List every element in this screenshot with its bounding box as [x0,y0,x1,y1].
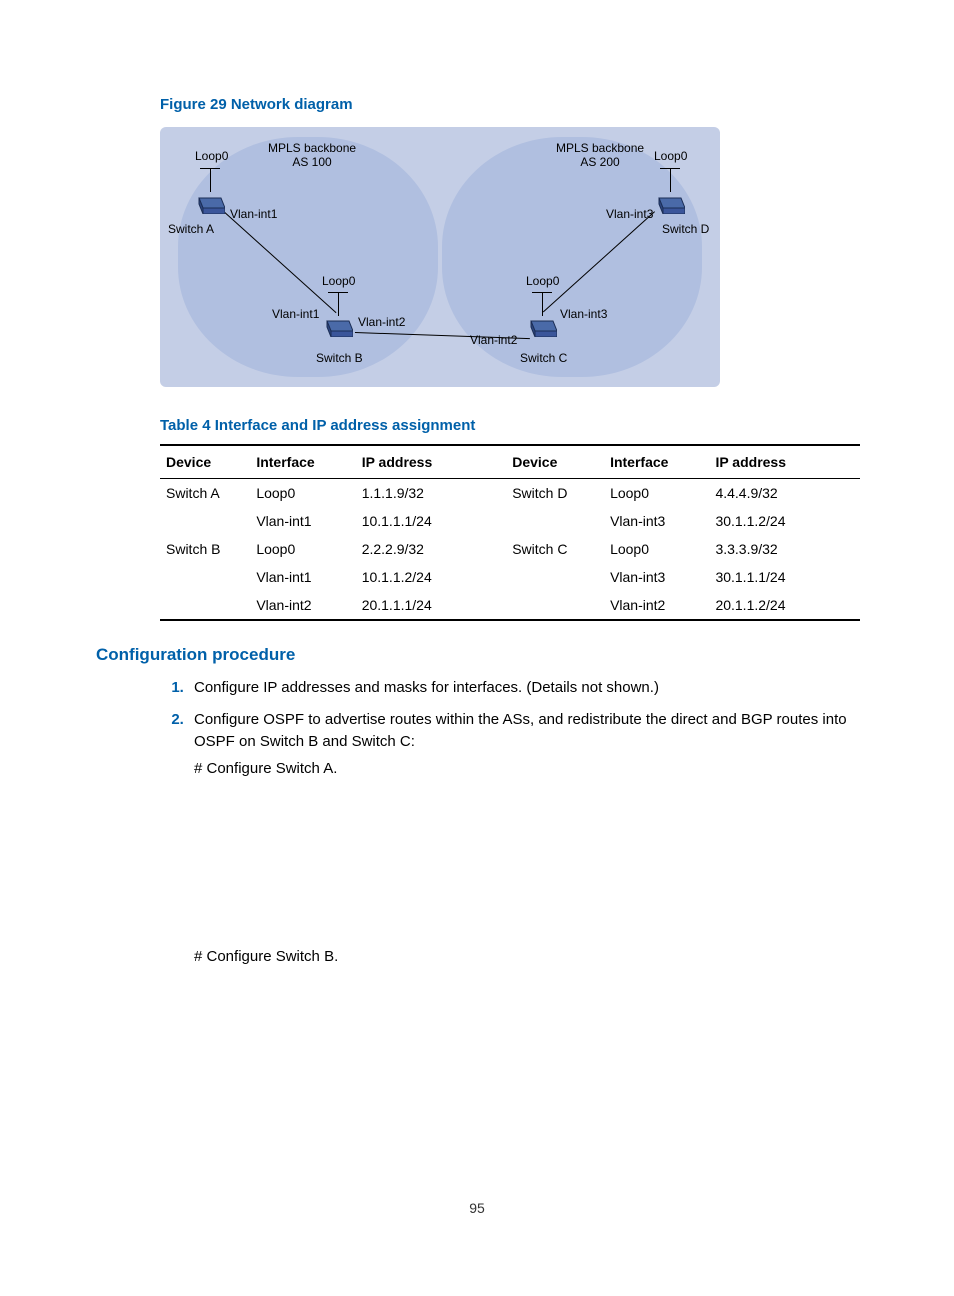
label-vlan1: Vlan-int1 [230,207,277,221]
table-row: Vlan-int220.1.1.1/24Vlan-int220.1.1.2/24 [160,591,860,620]
line [200,168,220,169]
label-switch-c: Switch C [520,351,567,365]
table-row: Vlan-int110.1.1.2/24 Vlan-int330.1.1.1/24 [160,563,860,591]
table-row: Vlan-int110.1.1.1/24 Vlan-int330.1.1.2/24 [160,507,860,535]
th: Interface [250,445,355,479]
config-note: # Configure Switch B. [194,946,864,968]
network-diagram: MPLS backboneAS 100 MPLS backboneAS 200 … [160,127,720,387]
list-item: Configure OSPF to advertise routes withi… [188,709,864,1188]
td: 30.1.1.1/24 [709,563,860,591]
ip-assignment-table: Device Interface IP address Device Inter… [160,444,860,621]
td [160,563,250,591]
td: 1.1.1.9/32 [356,479,507,508]
line [210,168,211,192]
line [532,292,552,293]
line [328,292,348,293]
label-as200: MPLS backboneAS 200 [556,141,644,170]
td: 30.1.1.2/24 [709,507,860,535]
td: Switch B [160,535,250,563]
page-number: 95 [0,1200,954,1216]
td: 20.1.1.2/24 [709,591,860,620]
label-loop0: Loop0 [526,274,559,288]
label-as100: MPLS backboneAS 100 [268,141,356,170]
label-vlan2: Vlan-int2 [358,315,405,329]
figure-caption: Figure 29 Network diagram [160,96,864,113]
label-loop0: Loop0 [654,149,687,163]
label-vlan1: Vlan-int1 [272,307,319,321]
td: 10.1.1.2/24 [356,563,507,591]
line [338,292,339,316]
spacer [194,968,864,1188]
td: Vlan-int1 [250,507,355,535]
label-vlan2: Vlan-int2 [470,333,517,347]
td: Switch A [160,479,250,508]
label-loop0: Loop0 [195,149,228,163]
td: 10.1.1.1/24 [356,507,507,535]
table-caption: Table 4 Interface and IP address assignm… [160,417,864,434]
td [506,591,604,620]
label-switch-b: Switch B [316,351,363,365]
table-row: Switch ALoop01.1.1.9/32Switch DLoop04.4.… [160,479,860,508]
list-item: Configure IP addresses and masks for int… [188,677,864,699]
table-row: Switch BLoop02.2.2.9/32Switch CLoop03.3.… [160,535,860,563]
td: Loop0 [250,535,355,563]
td: Loop0 [250,479,355,508]
label-switch-a: Switch A [168,222,214,236]
switch-icon [195,192,225,214]
th: Device [160,445,250,479]
td: Loop0 [604,479,709,508]
td [506,563,604,591]
procedure-list: Configure IP addresses and masks for int… [160,677,864,1188]
th: IP address [709,445,860,479]
label-switch-d: Switch D [662,222,709,236]
td [160,507,250,535]
td: Vlan-int1 [250,563,355,591]
th: Interface [604,445,709,479]
cloud-as100 [178,137,438,377]
td: Vlan-int2 [250,591,355,620]
td: 3.3.3.9/32 [709,535,860,563]
td: Switch D [506,479,604,508]
td: Loop0 [604,535,709,563]
config-note: # Configure Switch A. [194,758,864,780]
td: Switch C [506,535,604,563]
switch-icon [323,315,353,337]
spacer [194,780,864,940]
line [670,168,671,192]
label-vlan3: Vlan-int3 [606,207,653,221]
switch-icon [655,192,685,214]
td: Vlan-int3 [604,507,709,535]
line [542,292,543,316]
td [506,507,604,535]
line [660,168,680,169]
th: IP address [356,445,507,479]
step-text: Configure IP addresses and masks for int… [194,679,659,696]
label-vlan3: Vlan-int3 [560,307,607,321]
td: 2.2.2.9/32 [356,535,507,563]
step-text: Configure OSPF to advertise routes withi… [194,711,847,750]
td: 4.4.4.9/32 [709,479,860,508]
section-heading: Configuration procedure [96,645,864,665]
th: Device [506,445,604,479]
td [160,591,250,620]
td: Vlan-int2 [604,591,709,620]
label-loop0: Loop0 [322,274,355,288]
td: 20.1.1.1/24 [356,591,507,620]
td: Vlan-int3 [604,563,709,591]
switch-icon [527,315,557,337]
